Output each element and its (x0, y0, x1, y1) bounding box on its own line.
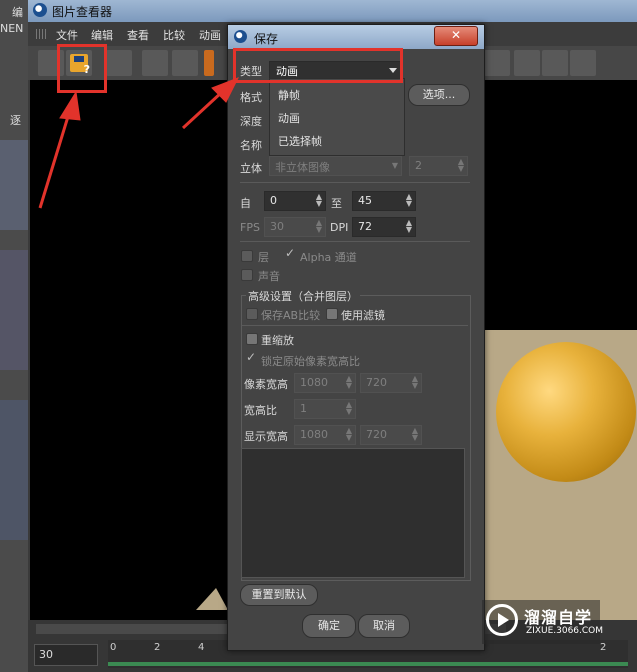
annotation-arrows (38, 77, 240, 209)
watermark-url: ZIXUE.3066.COM (526, 626, 604, 636)
arrow-to-type-dropdown (181, 90, 224, 130)
arrow-head-icon (59, 90, 81, 121)
watermark: 溜溜自学 ZIXUE.3066.COM (482, 600, 604, 644)
play-logo-icon (486, 604, 518, 636)
watermark-title: 溜溜自学 (524, 608, 593, 627)
arrow-to-save-button (38, 109, 72, 209)
